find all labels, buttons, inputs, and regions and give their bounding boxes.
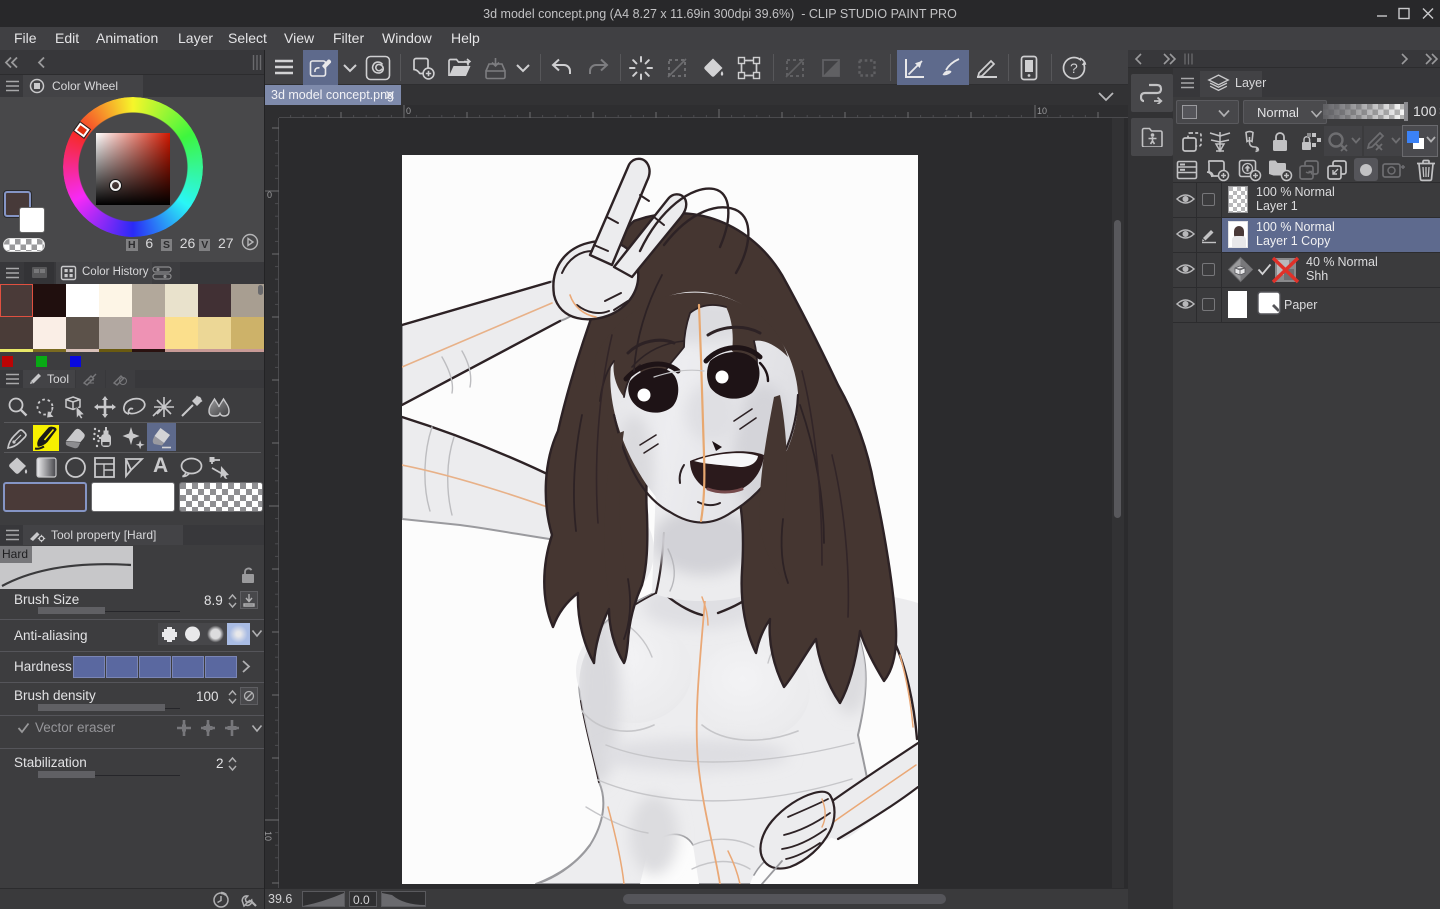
svg-text:?: ? — [1070, 60, 1078, 76]
svg-text:0: 0 — [267, 190, 272, 200]
svg-text:10: 10 — [1037, 106, 1047, 116]
svg-text:10: 10 — [265, 831, 273, 841]
svg-text:0: 0 — [406, 106, 411, 116]
